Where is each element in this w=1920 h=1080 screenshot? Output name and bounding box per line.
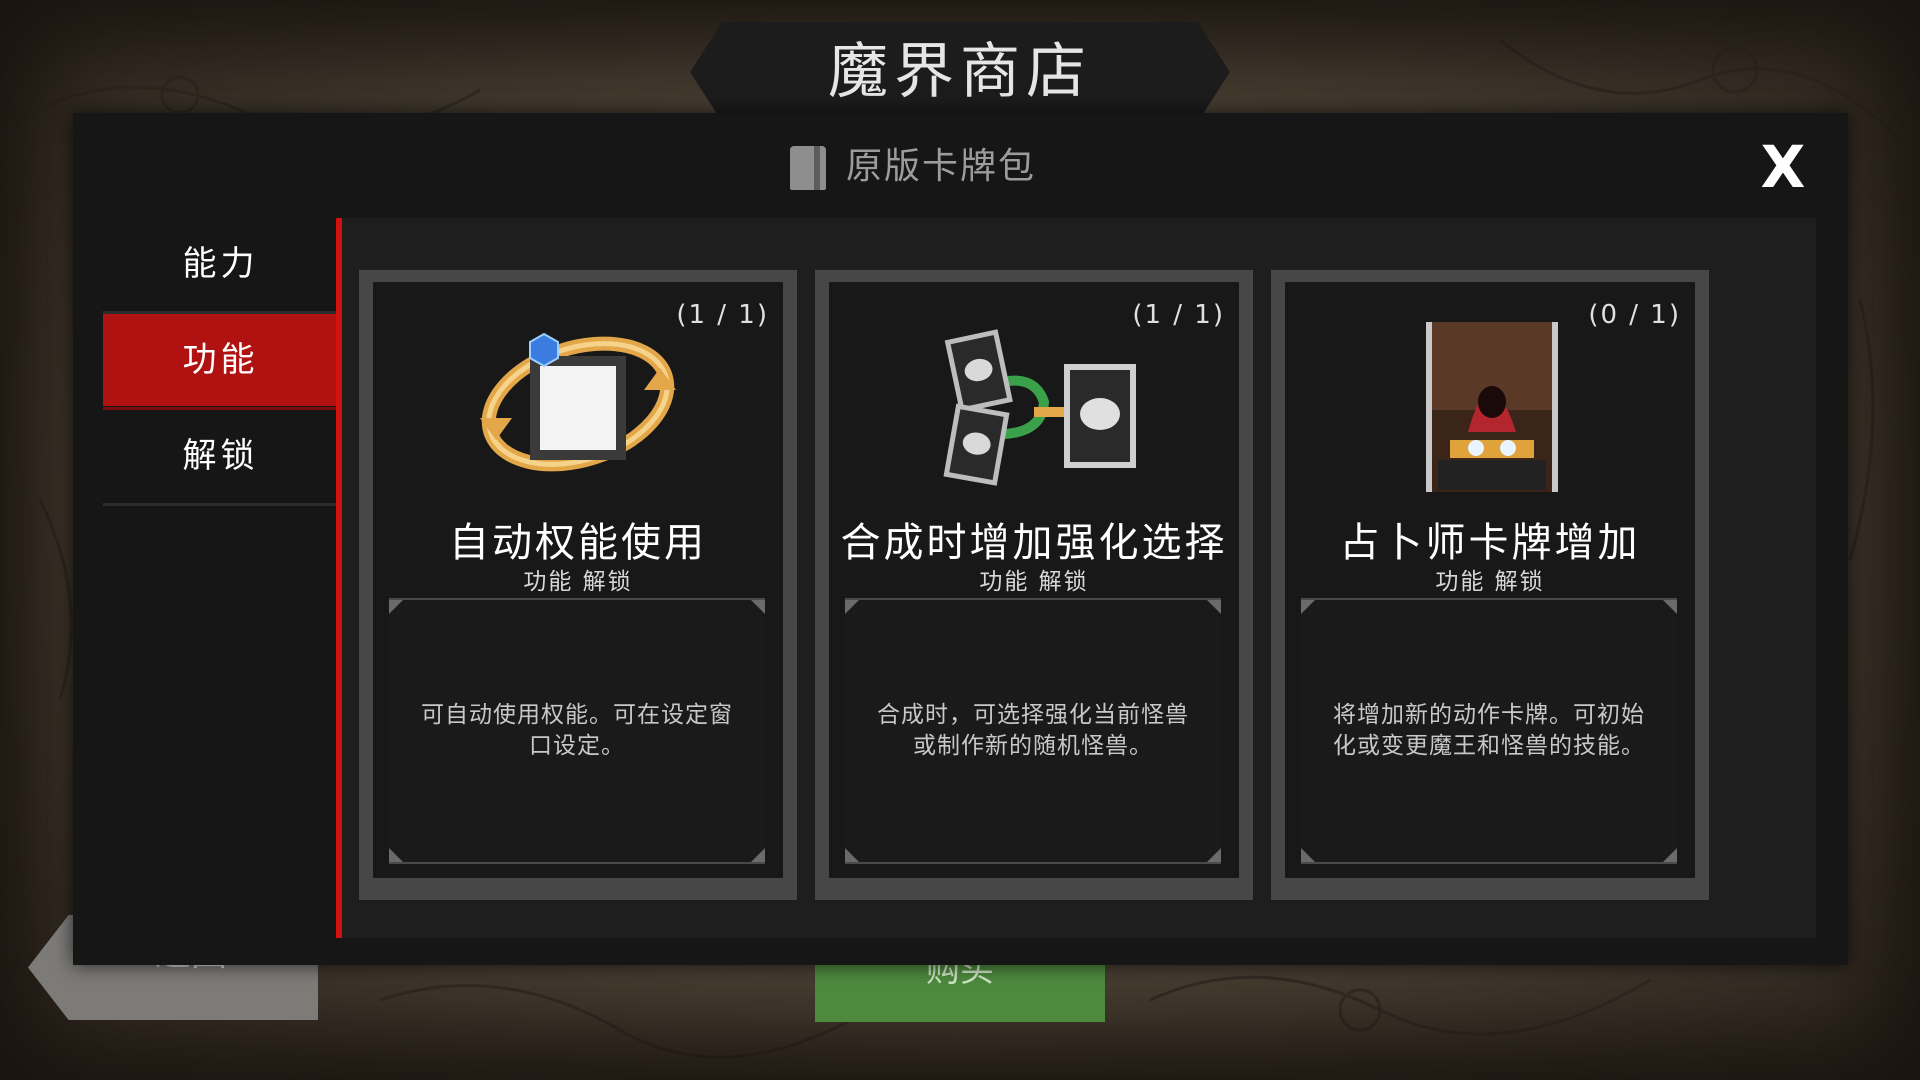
merge-cards-icon bbox=[943, 329, 1136, 486]
card-description-box: 可自动使用权能。可在设定窗口设定。 bbox=[389, 598, 765, 864]
shop-panel: 原版卡牌包 X 能力 功能 解锁 (1 / 1) 自动权能使用 功能 解锁 可自… bbox=[73, 113, 1848, 965]
shop-card[interactable]: (1 / 1) 自动权能使用 功能 解锁 可自动使用权能。可在设定窗口设定。 bbox=[359, 270, 797, 900]
card-count: (1 / 1) bbox=[676, 300, 769, 330]
card-pack-icon bbox=[790, 146, 826, 190]
card-count: (0 / 1) bbox=[1588, 300, 1681, 330]
card-description: 合成时，可选择强化当前怪兽或制作新的随机怪兽。 bbox=[877, 702, 1189, 759]
card-count: (1 / 1) bbox=[1132, 300, 1225, 330]
card-subtitle: 功能 解锁 bbox=[1435, 569, 1545, 595]
category-sidebar: 能力 功能 解锁 bbox=[103, 218, 338, 506]
card-title: 占卜师卡牌增加 bbox=[1339, 520, 1641, 566]
shop-card[interactable]: (0 / 1) 占卜师卡牌增加 功能 解锁 将增加新的动作卡牌。可初始化或变更魔… bbox=[1271, 270, 1709, 900]
fortune-teller-card-icon bbox=[1426, 322, 1558, 492]
card-description-box: 将增加新的动作卡牌。可初始化或变更魔王和怪兽的技能。 bbox=[1301, 598, 1677, 864]
auto-cycle-icon bbox=[480, 332, 676, 472]
card-subtitle: 功能 解锁 bbox=[523, 569, 633, 595]
card-title: 自动权能使用 bbox=[449, 520, 707, 566]
sidebar-item-unlock[interactable]: 解锁 bbox=[103, 410, 338, 506]
card-body: (0 / 1) 占卜师卡牌增加 功能 解锁 将增加新的动作卡牌。可初始化或变更魔… bbox=[1285, 282, 1695, 878]
pack-label: 原版卡牌包 bbox=[846, 146, 1037, 187]
close-button[interactable]: X bbox=[1753, 137, 1813, 197]
sidebar-item-function[interactable]: 功能 bbox=[103, 314, 338, 410]
sidebar-item-ability[interactable]: 能力 bbox=[103, 218, 338, 314]
card-description: 可自动使用权能。可在设定窗口设定。 bbox=[421, 702, 733, 759]
content-divider bbox=[336, 218, 342, 938]
card-body: (1 / 1) 合成时增加强化选择 功能 解锁 合成时，可选择强化当前怪兽或制作… bbox=[829, 282, 1239, 878]
shop-title: 魔界商店 bbox=[828, 37, 1092, 107]
shop-card[interactable]: (1 / 1) 合成时增加强化选择 功能 解锁 合成时，可选择强化当前怪兽或制作… bbox=[815, 270, 1253, 900]
card-description: 将增加新的动作卡牌。可初始化或变更魔王和怪兽的技能。 bbox=[1333, 702, 1645, 759]
card-description-box: 合成时，可选择强化当前怪兽或制作新的随机怪兽。 bbox=[845, 598, 1221, 864]
card-subtitle: 功能 解锁 bbox=[979, 569, 1089, 595]
card-title: 合成时增加强化选择 bbox=[840, 520, 1228, 566]
card-body: (1 / 1) 自动权能使用 功能 解锁 可自动使用权能。可在设定窗口设定。 bbox=[373, 282, 783, 878]
panel-header: 原版卡牌包 X bbox=[73, 113, 1848, 218]
